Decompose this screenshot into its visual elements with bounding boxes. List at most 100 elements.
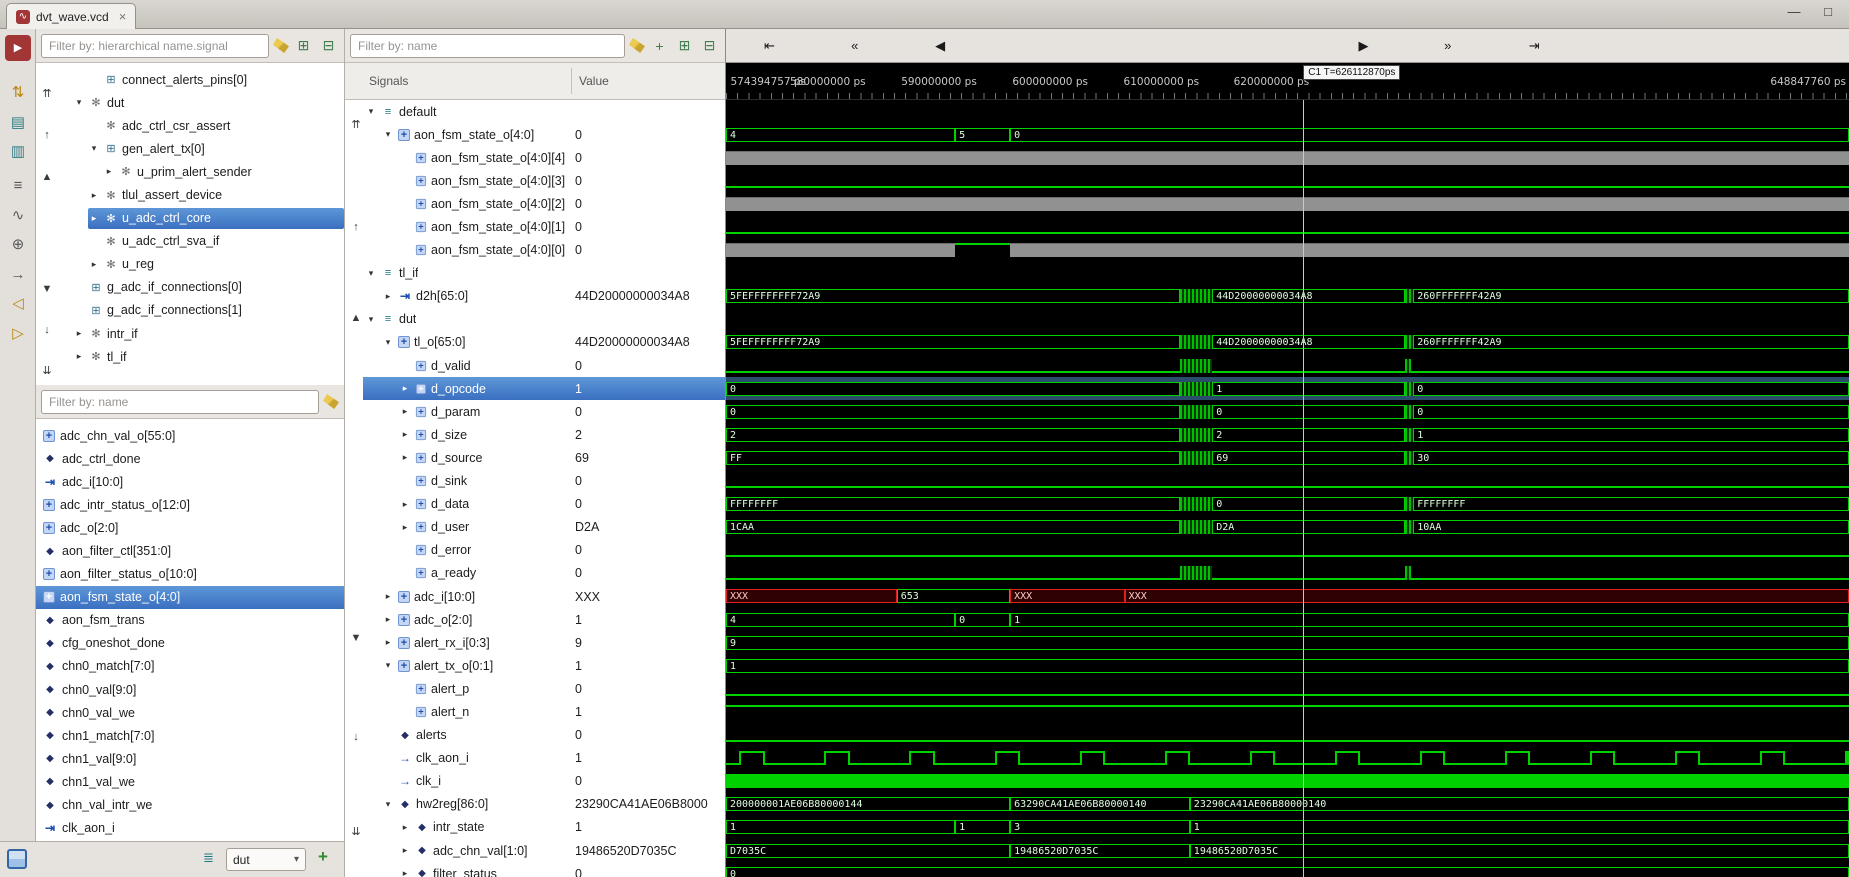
tab-dvt-wave[interactable]: ∿ dvt_wave.vcd ×: [6, 3, 136, 29]
wave-row[interactable]: [726, 677, 1849, 700]
wave-row[interactable]: [726, 308, 1849, 331]
expander-icon[interactable]: ▸: [399, 822, 411, 833]
compare-icon[interactable]: ⇅: [5, 80, 31, 106]
tree-item[interactable]: ▸✻u_prim_alert_sender: [58, 160, 344, 183]
collapse-all-icon[interactable]: ⊟: [318, 37, 339, 54]
wave-row[interactable]: D7035C19486520D7035C19486520D7035C: [726, 839, 1849, 862]
expander-icon[interactable]: ▸: [382, 637, 394, 648]
clear-filter-icon[interactable]: [323, 394, 339, 409]
expander-icon[interactable]: ▸: [73, 328, 85, 339]
scroll-top-icon[interactable]: ⇈: [38, 85, 56, 103]
expand-all-icon[interactable]: ⊞: [674, 37, 695, 54]
wave-row[interactable]: [726, 100, 1849, 123]
wave-row[interactable]: XXX653XXXXXX: [726, 585, 1849, 608]
list-item[interactable]: ◆chn_val_intr_we: [36, 794, 344, 817]
wave-row[interactable]: [726, 239, 1849, 262]
window-icon[interactable]: [7, 849, 27, 869]
wave-row[interactable]: 200000001AE06B8000014463290CA41AE06B8000…: [726, 793, 1849, 816]
signal-row[interactable]: +a_ready0: [363, 562, 725, 585]
signal-row[interactable]: ▾◆hw2reg[86:0]23290CA41AE06B8000: [363, 793, 725, 816]
wave-row[interactable]: 5FEFFFFFFFF72A944D20000000034A8260FFFFFF…: [726, 285, 1849, 308]
expander-icon[interactable]: ▸: [382, 291, 394, 302]
go-end-icon[interactable]: ⇥: [1522, 36, 1546, 56]
wave-row[interactable]: FFFFFFFF0FFFFFFFF: [726, 493, 1849, 516]
signal-row[interactable]: ▾+aon_fsm_state_o[4:0]0: [363, 123, 725, 146]
signal-row[interactable]: ▸◆adc_chn_val[1:0]19486520D7035C: [363, 839, 725, 862]
wave-row[interactable]: [726, 262, 1849, 285]
clear-filter-icon[interactable]: [629, 38, 645, 53]
prev-edge-icon[interactable]: ◁: [5, 291, 31, 317]
page-forward-icon[interactable]: »: [1436, 36, 1460, 56]
tree-item[interactable]: ▸✻u_reg: [58, 253, 344, 276]
tab-close-icon[interactable]: ×: [119, 9, 127, 24]
signal-row[interactable]: +aon_fsm_state_o[4:0][1]0: [363, 215, 725, 238]
wave-row[interactable]: [726, 146, 1849, 169]
scope-dropdown[interactable]: dut ▾: [226, 848, 306, 871]
wave-row[interactable]: 221: [726, 423, 1849, 446]
go-start-icon[interactable]: ⇤: [757, 36, 781, 56]
list-item[interactable]: +aon_filter_status_o[10:0]: [36, 563, 344, 586]
expand-all-icon[interactable]: ⊞: [293, 37, 314, 54]
signal-row[interactable]: ▾≡tl_if: [363, 262, 725, 285]
scroll-down-icon[interactable]: ▼: [38, 280, 56, 298]
wave-row[interactable]: [726, 724, 1849, 747]
signal-row[interactable]: ▸◆intr_state1: [363, 816, 725, 839]
scroll-pageup-icon[interactable]: ↑: [38, 126, 56, 144]
scroll-pagedown-icon[interactable]: ↓: [38, 321, 56, 339]
expander-icon[interactable]: ▸: [399, 452, 411, 463]
wave-row[interactable]: [726, 539, 1849, 562]
list-item[interactable]: ◆chn0_val[9:0]: [36, 678, 344, 701]
tree-item[interactable]: ▸✻intr_if: [58, 322, 344, 345]
minimize-button[interactable]: —: [1785, 4, 1803, 19]
wave-row[interactable]: [726, 470, 1849, 493]
wave-row[interactable]: 0: [726, 862, 1849, 877]
tree-item[interactable]: ✻adc_ctrl_csr_assert: [58, 114, 344, 137]
add-signal-icon[interactable]: +: [649, 38, 670, 54]
expander-icon[interactable]: ▾: [88, 143, 100, 154]
expander-icon[interactable]: ▸: [399, 406, 411, 417]
signal-row[interactable]: ▸+d_userD2A: [363, 516, 725, 539]
expander-icon[interactable]: ▸: [382, 591, 394, 602]
expander-icon[interactable]: ▾: [382, 799, 394, 810]
tree-item[interactable]: ⊞g_adc_if_connections[0]: [58, 276, 344, 299]
clear-filter-icon[interactable]: [273, 38, 289, 53]
page-back-icon[interactable]: «: [843, 36, 867, 56]
wave-row[interactable]: 1131: [726, 816, 1849, 839]
expander-icon[interactable]: ▸: [399, 522, 411, 533]
signal-row[interactable]: ▸+adc_o[2:0]1: [363, 608, 725, 631]
wave-row[interactable]: [726, 700, 1849, 723]
expander-icon[interactable]: ▾: [382, 660, 394, 671]
insert-group-icon[interactable]: ≣: [203, 850, 214, 866]
tree-item[interactable]: ▸✻tlul_assert_device: [58, 183, 344, 206]
wave-row[interactable]: 1CAAD2A10AA: [726, 516, 1849, 539]
signal-row[interactable]: ▸◆filter_status0: [363, 862, 725, 877]
wave-row[interactable]: 401: [726, 608, 1849, 631]
timeline-ruler[interactable]: 574394757 ps580000000 ps590000000 ps6000…: [726, 63, 1849, 100]
signal-row[interactable]: ▾+tl_o[65:0]44D20000000034A8: [363, 331, 725, 354]
list-item[interactable]: +adc_intr_status_o[12:0]: [36, 493, 344, 516]
step-back-icon[interactable]: ◀: [928, 36, 952, 56]
expander-icon[interactable]: ▾: [365, 314, 377, 325]
session-icon[interactable]: ▶: [5, 35, 31, 61]
add-scope-button[interactable]: +: [318, 847, 328, 867]
list-item[interactable]: ◆aon_fsm_trans: [36, 609, 344, 632]
expander-icon[interactable]: ▸: [88, 213, 100, 224]
signal-row[interactable]: +d_error0: [363, 539, 725, 562]
wave-row[interactable]: [726, 562, 1849, 585]
signal-row[interactable]: ▸+adc_i[10:0]XXX: [363, 585, 725, 608]
waveform-icon[interactable]: ∿: [5, 203, 31, 229]
wave-row[interactable]: [726, 770, 1849, 793]
cursor-line[interactable]: [1303, 100, 1304, 877]
signal-row[interactable]: +aon_fsm_state_o[4:0][4]0: [363, 146, 725, 169]
signal-row[interactable]: ▸+d_size2: [363, 423, 725, 446]
wave-row[interactable]: 000: [726, 400, 1849, 423]
tree-item[interactable]: ▸✻u_adc_ctrl_core: [58, 207, 344, 230]
goto-time-icon[interactable]: →: [5, 262, 31, 288]
wave-row[interactable]: 5FEFFFFFFFF72A944D20000000034A8260FFFFFF…: [726, 331, 1849, 354]
wave-row[interactable]: [726, 169, 1849, 192]
signals-filter-input[interactable]: [350, 34, 625, 58]
list-item[interactable]: ◆chn1_match[7:0]: [36, 724, 344, 747]
signal-row[interactable]: +d_valid0: [363, 354, 725, 377]
waveform-area[interactable]: 4505FEFFFFFFFF72A944D20000000034A8260FFF…: [726, 100, 1849, 877]
hierarchy-filter-input[interactable]: [41, 34, 269, 58]
